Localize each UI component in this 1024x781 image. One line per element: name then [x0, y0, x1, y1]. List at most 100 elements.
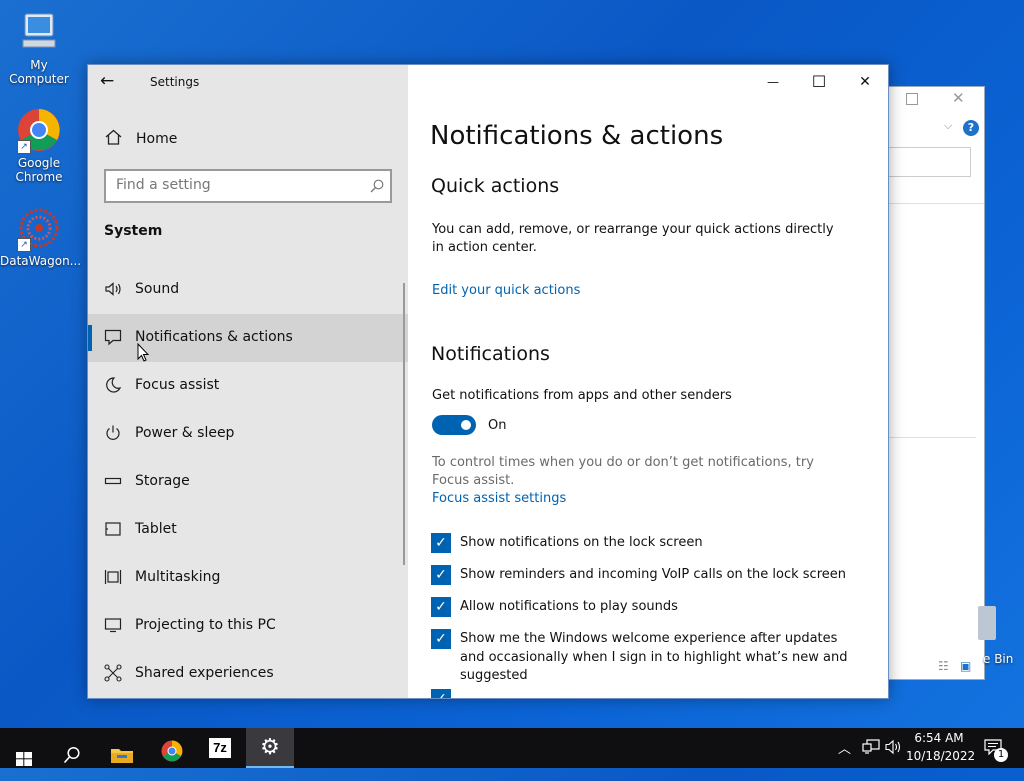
toggle-state: On [488, 418, 507, 433]
folder-icon [110, 739, 134, 779]
sidebar-item-sound[interactable]: Sound [88, 266, 408, 314]
mouse-cursor-icon [137, 342, 150, 366]
desktop-icon-google-chrome[interactable]: ↗ Google Chrome [0, 108, 78, 184]
checkbox-notification-sounds[interactable]: ✓ [431, 597, 451, 617]
desktop-icon-label: Google Chrome [15, 156, 63, 184]
sidebar-item-label: Projecting to this PC [135, 617, 276, 633]
chrome-taskbar-button[interactable] [148, 728, 196, 768]
desktop-icon-datawagon[interactable]: ↗ DataWagon... [0, 206, 82, 268]
sidebar-item-projecting[interactable]: Projecting to this PC [88, 602, 408, 650]
checkbox-reminders-voip[interactable]: ✓ [431, 565, 451, 585]
checkbox-lock-screen-notifications[interactable]: ✓ [431, 533, 451, 553]
chevron-down-icon[interactable]: ⌵ [944, 119, 952, 133]
clock-date[interactable]: 10/18/2022 [906, 749, 975, 763]
shortcut-arrow-icon: ↗ [17, 140, 31, 154]
action-center-button[interactable]: 1 [978, 728, 1024, 768]
selected-indicator [88, 325, 92, 351]
tablet-icon [104, 520, 122, 538]
sidebar: ← Settings Home Find a setting System So… [88, 65, 408, 698]
help-icon[interactable]: ? [963, 120, 979, 136]
power-icon [104, 424, 122, 442]
search-input[interactable]: Find a setting [104, 169, 392, 203]
settings-window[interactable]: ← Settings Home Find a setting System So… [87, 64, 889, 699]
address-bar[interactable] [888, 147, 971, 177]
gear-icon: ⚙ [260, 735, 280, 760]
sidebar-item-label: Sound [135, 281, 180, 297]
page-title: Notifications & actions [430, 121, 724, 151]
desktop-icon-my-computer[interactable]: My Computer [0, 10, 78, 86]
checkbox-label: Allow notifications to play sounds [460, 599, 678, 614]
sidebar-item-label: Power & sleep [135, 425, 235, 441]
clock-time[interactable]: 6:54 AM [910, 731, 968, 745]
speaker-icon [104, 280, 122, 298]
checkbox-label: Show notifications on the lock screen [460, 535, 703, 550]
toggle-description: Get notifications from apps and other se… [432, 388, 732, 403]
focus-assist-settings-link[interactable]: Focus assist settings [432, 491, 566, 506]
notification-count-badge: 1 [994, 748, 1008, 762]
sidebar-item-storage[interactable]: Storage [88, 458, 408, 506]
datawagon-icon: ↗ [17, 206, 61, 252]
sidebar-section-title: System [104, 223, 163, 239]
moon-icon [104, 376, 122, 394]
sidebar-item-multitasking[interactable]: Multitasking [88, 554, 408, 602]
sidebar-item-power-sleep[interactable]: Power & sleep [88, 410, 408, 458]
sidebar-item-label: Notifications & actions [135, 329, 293, 345]
start-button[interactable] [0, 728, 48, 768]
notifications-heading: Notifications [431, 343, 550, 365]
search-icon [63, 739, 81, 779]
notifications-toggle[interactable] [432, 415, 476, 435]
minimize-button[interactable]: — [750, 65, 796, 99]
close-icon[interactable]: ✕ [952, 89, 965, 107]
desktop-icon-label: e Bin [983, 652, 1014, 666]
taskbar: 7z ⚙ ︿ 6:54 AM 10/18/2022 1 [0, 728, 1024, 768]
sidebar-scrollbar[interactable] [403, 283, 405, 565]
7zip-taskbar-button[interactable]: 7z [196, 728, 244, 768]
shortcut-arrow-icon: ↗ [17, 238, 31, 252]
main-content: — ☐ ✕ Notifications & actions Quick acti… [408, 65, 888, 698]
desktop-icon-label: My Computer [9, 58, 69, 86]
shared-icon [104, 664, 122, 682]
sidebar-item-label: Shared experiences [135, 665, 274, 681]
divider [888, 437, 976, 438]
computer-icon [17, 10, 61, 54]
sidebar-home[interactable]: Home [88, 117, 408, 161]
network-icon[interactable] [862, 739, 880, 759]
back-icon[interactable]: ← [100, 71, 114, 91]
sidebar-item-focus-assist[interactable]: Focus assist [88, 362, 408, 410]
quick-actions-description: You can add, remove, or rearrange your q… [432, 222, 834, 255]
focus-assist-hint: To control times when you do or don’t ge… [432, 455, 814, 488]
edit-quick-actions-link[interactable]: Edit your quick actions [432, 283, 580, 298]
chrome-icon: ↗ [17, 108, 61, 154]
details-view-icon[interactable]: ☷ [938, 659, 949, 673]
recycle-bin-icon[interactable] [978, 606, 996, 640]
sidebar-item-label: Tablet [135, 521, 177, 537]
search-button[interactable] [48, 728, 96, 768]
multitasking-icon [104, 568, 122, 586]
7zip-icon: 7z [209, 738, 231, 758]
windows-logo-icon [16, 741, 32, 766]
sidebar-item-tablet[interactable]: Tablet [88, 506, 408, 554]
toggle-knob [461, 420, 471, 430]
sidebar-item-notifications[interactable]: Notifications & actions [88, 314, 408, 362]
maximize-button[interactable]: ☐ [796, 65, 842, 99]
sidebar-item-label: Multitasking [135, 569, 221, 585]
file-explorer-button[interactable] [98, 728, 146, 768]
close-button[interactable]: ✕ [842, 65, 888, 99]
divider [888, 203, 984, 204]
settings-taskbar-button[interactable]: ⚙ [246, 728, 294, 768]
desktop-icon-label: DataWagon... [0, 254, 82, 268]
maximize-icon[interactable] [906, 93, 918, 105]
checkbox-label: Show me the Windows welcome experience a… [460, 631, 848, 683]
large-icons-view-icon[interactable]: ▣ [960, 659, 971, 673]
background-explorer-window[interactable]: ✕ ⌵ ? ☷ ▣ [887, 86, 985, 680]
search-icon [370, 178, 384, 197]
window-title: Settings [150, 75, 200, 89]
sidebar-item-shared-experiences[interactable]: Shared experiences [88, 650, 408, 698]
volume-icon[interactable] [885, 739, 903, 759]
home-icon [105, 129, 122, 149]
checkbox-tips-tricks[interactable]: ✓ [431, 689, 451, 698]
show-hidden-icons-chevron[interactable]: ︿ [838, 738, 851, 757]
projector-icon [104, 616, 122, 634]
checkbox-label: Show reminders and incoming VoIP calls o… [460, 567, 846, 582]
checkbox-welcome-experience[interactable]: ✓ [431, 629, 451, 649]
